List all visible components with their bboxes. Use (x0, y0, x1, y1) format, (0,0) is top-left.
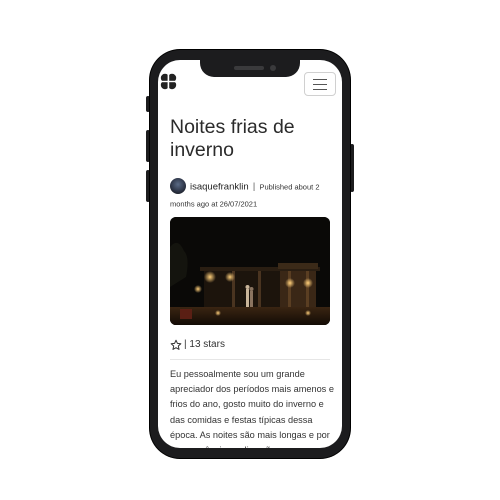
stars-count: | 13 stars (184, 339, 225, 350)
hamburger-menu-icon-line (313, 89, 327, 91)
star-outline-icon[interactable] (170, 339, 182, 351)
divider (170, 359, 330, 360)
speaker-grille (234, 66, 264, 70)
post-body: Eu pessoalmente sou um grande apreciador… (170, 369, 334, 448)
stars-row: | 13 stars (170, 338, 225, 353)
hamburger-menu-icon (313, 79, 327, 81)
phone-screen: Noites frias de inverno isaquefranklin |… (158, 60, 342, 448)
author-name[interactable]: isaquefranklin (190, 181, 249, 192)
post-title: Noites frias de inverno (170, 116, 295, 161)
menu-button[interactable] (304, 72, 336, 96)
meta-separator: | (252, 181, 256, 192)
avatar[interactable] (170, 177, 186, 194)
clover-logo-icon[interactable] (160, 73, 177, 90)
power-button (350, 144, 354, 192)
post-image (170, 217, 330, 325)
hamburger-menu-icon-line (313, 84, 327, 86)
phone-notch (200, 60, 300, 77)
post-meta: isaquefranklin | Published about 2 month… (170, 177, 336, 213)
night-house-photo (170, 217, 330, 325)
stage: Noites frias de inverno isaquefranklin |… (0, 0, 500, 500)
front-camera (270, 65, 276, 71)
